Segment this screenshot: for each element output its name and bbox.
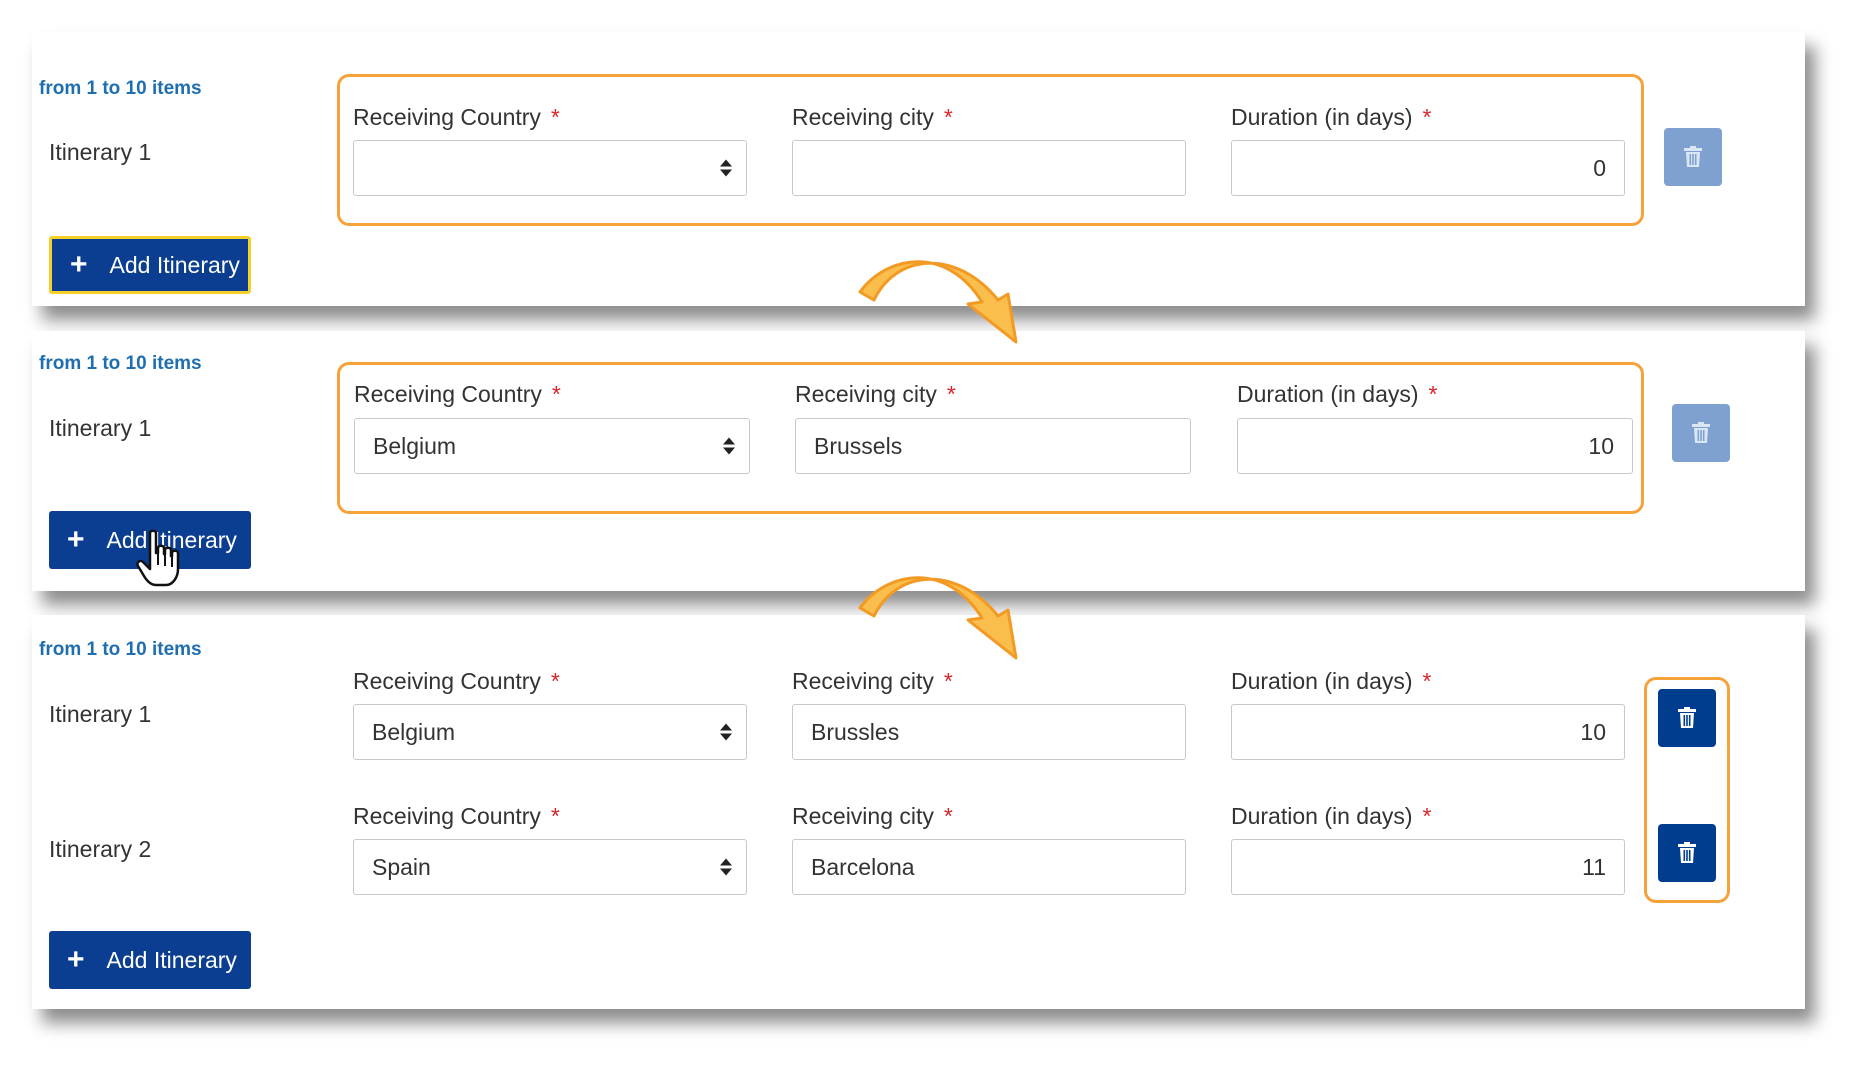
curved-arrow-icon (858, 576, 1018, 660)
itinerary-label: Itinerary 2 (49, 836, 152, 862)
duration-label: Duration (in days) * (1237, 381, 1438, 407)
curved-arrow-icon (858, 260, 1018, 344)
receiving-country-select[interactable]: Spain (353, 839, 747, 895)
delete-itinerary-button[interactable] (1672, 404, 1730, 462)
receiving-city-input[interactable]: Brussels (795, 418, 1191, 474)
duration-label: Duration (in days) * (1231, 803, 1432, 829)
items-count: from 1 to 10 items (39, 353, 202, 374)
trash-icon (1684, 146, 1702, 167)
city-label: Receiving city * (792, 104, 953, 130)
duration-input[interactable]: 11 (1231, 839, 1625, 895)
trash-icon (1678, 842, 1696, 863)
duration-input[interactable]: 10 (1231, 704, 1625, 760)
receiving-country-select[interactable]: Belgium (353, 704, 747, 760)
itinerary-label: Itinerary 1 (49, 139, 152, 165)
delete-itinerary-button[interactable] (1658, 689, 1716, 747)
plus-icon: + (70, 248, 88, 281)
add-itinerary-button[interactable]: + Add Itinerary (49, 236, 251, 294)
city-label: Receiving city * (792, 668, 953, 694)
duration-input[interactable]: 0 (1231, 140, 1625, 196)
receiving-country-select[interactable] (353, 140, 747, 196)
itinerary-panel-step-3: from 1 to 10 items Itinerary 1 Receiving… (32, 615, 1805, 1009)
country-label: Receiving Country * (353, 104, 560, 130)
items-count: from 1 to 10 items (39, 639, 202, 660)
city-label: Receiving city * (795, 381, 956, 407)
itinerary-label: Itinerary 1 (49, 701, 152, 727)
duration-input[interactable]: 10 (1237, 418, 1633, 474)
sort-caret-icon (720, 159, 732, 177)
delete-itinerary-button[interactable] (1664, 128, 1722, 186)
itinerary-label: Itinerary 1 (49, 415, 152, 441)
hand-pointer-icon (136, 529, 180, 587)
duration-label: Duration (in days) * (1231, 104, 1432, 130)
receiving-city-input[interactable]: Barcelona (792, 839, 1186, 895)
receiving-country-select[interactable]: Belgium (354, 418, 750, 474)
receiving-city-input[interactable]: Brussles (792, 704, 1186, 760)
duration-label: Duration (in days) * (1231, 668, 1432, 694)
receiving-city-input[interactable] (792, 140, 1186, 196)
add-itinerary-button[interactable]: + Add Itinerary (49, 931, 251, 989)
itinerary-panel-step-2: from 1 to 10 items Itinerary 1 Receiving… (32, 331, 1805, 591)
sort-caret-icon (723, 437, 735, 455)
delete-itinerary-button[interactable] (1658, 824, 1716, 882)
country-label: Receiving Country * (353, 803, 560, 829)
sort-caret-icon (720, 858, 732, 876)
items-count: from 1 to 10 items (39, 78, 202, 99)
trash-icon (1678, 707, 1696, 728)
trash-icon (1692, 422, 1710, 443)
city-label: Receiving city * (792, 803, 953, 829)
plus-icon: + (67, 523, 85, 556)
country-label: Receiving Country * (354, 381, 561, 407)
country-label: Receiving Country * (353, 668, 560, 694)
plus-icon: + (67, 943, 85, 976)
sort-caret-icon (720, 723, 732, 741)
